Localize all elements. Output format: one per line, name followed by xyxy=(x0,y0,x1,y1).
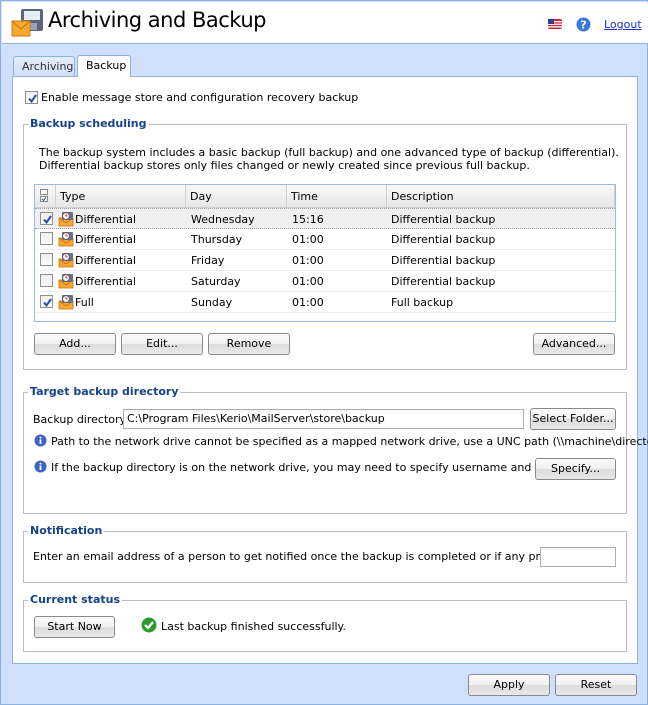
info-icon xyxy=(34,434,47,447)
cell-type: Full xyxy=(75,296,94,309)
select-all-icon xyxy=(40,189,48,202)
start-now-button[interactable]: Start Now xyxy=(34,616,115,638)
window: Archiving and Backup ? Logout Archiving … xyxy=(0,0,648,705)
mail-disk-icon xyxy=(11,9,43,37)
cell-day: Friday xyxy=(191,254,225,267)
success-check-icon xyxy=(141,617,157,633)
cell-description: Differential backup xyxy=(391,233,496,246)
reset-button[interactable]: Reset xyxy=(555,674,637,696)
advanced-button[interactable]: Advanced... xyxy=(533,333,615,355)
cell-description: Differential backup xyxy=(391,254,496,267)
enable-backup-checkbox[interactable] xyxy=(25,91,38,104)
cell-time: 01:00 xyxy=(292,233,324,246)
remove-button[interactable]: Remove xyxy=(208,333,290,355)
scheduled-backup-icon xyxy=(58,232,74,247)
cell-description: Differential backup xyxy=(391,213,496,226)
row-enabled-checkbox[interactable] xyxy=(40,232,53,245)
notification-legend: Notification xyxy=(28,524,105,537)
backup-directory-input[interactable]: C:\Program Files\Kerio\MailServer\store\… xyxy=(123,409,524,429)
scheduled-backup-icon xyxy=(58,295,74,310)
notification-label: Enter an email address of a person to ge… xyxy=(33,550,614,563)
cell-description: Full backup xyxy=(391,296,454,309)
network-drive-info: If the backup directory is on the networ… xyxy=(51,461,591,474)
notification-email-input[interactable] xyxy=(540,547,616,567)
page-title: Archiving and Backup xyxy=(48,8,266,32)
scheduled-backup-icon xyxy=(58,274,74,289)
scheduling-description-2: Differential backup stores only files ch… xyxy=(39,159,530,172)
table-row[interactable]: Differential Friday 01:00 Differential back… xyxy=(35,250,615,271)
svg-text:?: ? xyxy=(580,19,586,32)
cell-time: 01:00 xyxy=(292,296,324,309)
table-row[interactable]: Full Sunday 01:00 Full backup xyxy=(35,292,615,313)
row-enabled-checkbox[interactable] xyxy=(40,253,53,266)
scheduled-backup-icon xyxy=(58,253,74,268)
cell-day: Thursday xyxy=(191,233,243,246)
cell-time: 01:00 xyxy=(292,254,324,267)
tab-backup[interactable]: Backup xyxy=(77,55,131,77)
specify-button[interactable]: Specify... xyxy=(535,458,616,480)
table-row[interactable]: Differential Wednesday 15:16 Differential b… xyxy=(35,208,615,229)
help-icon[interactable]: ? xyxy=(576,17,591,32)
row-enabled-checkbox[interactable] xyxy=(40,212,53,225)
select-folder-button[interactable]: Select Folder... xyxy=(530,408,616,430)
enable-backup-label: Enable message store and configuration r… xyxy=(41,91,359,104)
cell-time: 15:16 xyxy=(292,213,324,226)
edit-button[interactable]: Edit... xyxy=(121,333,203,355)
target-directory-legend: Target backup directory xyxy=(28,385,181,398)
cell-type: Differential xyxy=(75,233,137,246)
tab-archiving[interactable]: Archiving xyxy=(13,56,75,77)
row-enabled-checkbox[interactable] xyxy=(40,295,53,308)
add-button[interactable]: Add... xyxy=(34,333,116,355)
column-header-type[interactable]: Type xyxy=(56,185,186,207)
current-status-legend: Current status xyxy=(28,593,122,606)
cell-day: Saturday xyxy=(191,275,241,288)
cell-type: Differential xyxy=(75,275,137,288)
cell-day: Sunday xyxy=(191,296,233,309)
scheduling-description-1: The backup system includes a basic backu… xyxy=(39,146,619,159)
us-flag-icon[interactable] xyxy=(548,19,562,29)
table-row[interactable]: Differential Thursday 01:00 Differential ba… xyxy=(35,229,615,250)
apply-button[interactable]: Apply xyxy=(468,674,550,696)
schedule-grid: Type Day Time Description Differential We… xyxy=(34,184,616,322)
column-header-description[interactable]: Description xyxy=(387,185,615,207)
cell-type: Differential xyxy=(75,213,137,226)
column-header-day[interactable]: Day xyxy=(186,185,287,207)
row-enabled-checkbox[interactable] xyxy=(40,274,53,287)
unc-path-info: Path to the network drive cannot be spec… xyxy=(51,435,648,448)
column-header-time[interactable]: Time xyxy=(287,185,387,207)
select-all-header[interactable] xyxy=(35,185,56,207)
backup-directory-label: Backup directory: xyxy=(33,413,129,426)
header: Archiving and Backup ? Logout xyxy=(2,2,648,44)
logout-link[interactable]: Logout xyxy=(604,18,642,31)
backup-scheduling-legend: Backup scheduling xyxy=(28,117,149,130)
cell-time: 01:00 xyxy=(292,275,324,288)
cell-type: Differential xyxy=(75,254,137,267)
info-icon xyxy=(34,460,47,473)
scheduled-backup-icon xyxy=(58,212,74,227)
table-row[interactable]: Differential Saturday 01:00 Differential ba… xyxy=(35,271,615,292)
grid-header: Type Day Time Description xyxy=(35,185,615,208)
status-message: Last backup finished successfully. xyxy=(161,620,346,633)
cell-description: Differential backup xyxy=(391,275,496,288)
cell-day: Wednesday xyxy=(191,213,255,226)
